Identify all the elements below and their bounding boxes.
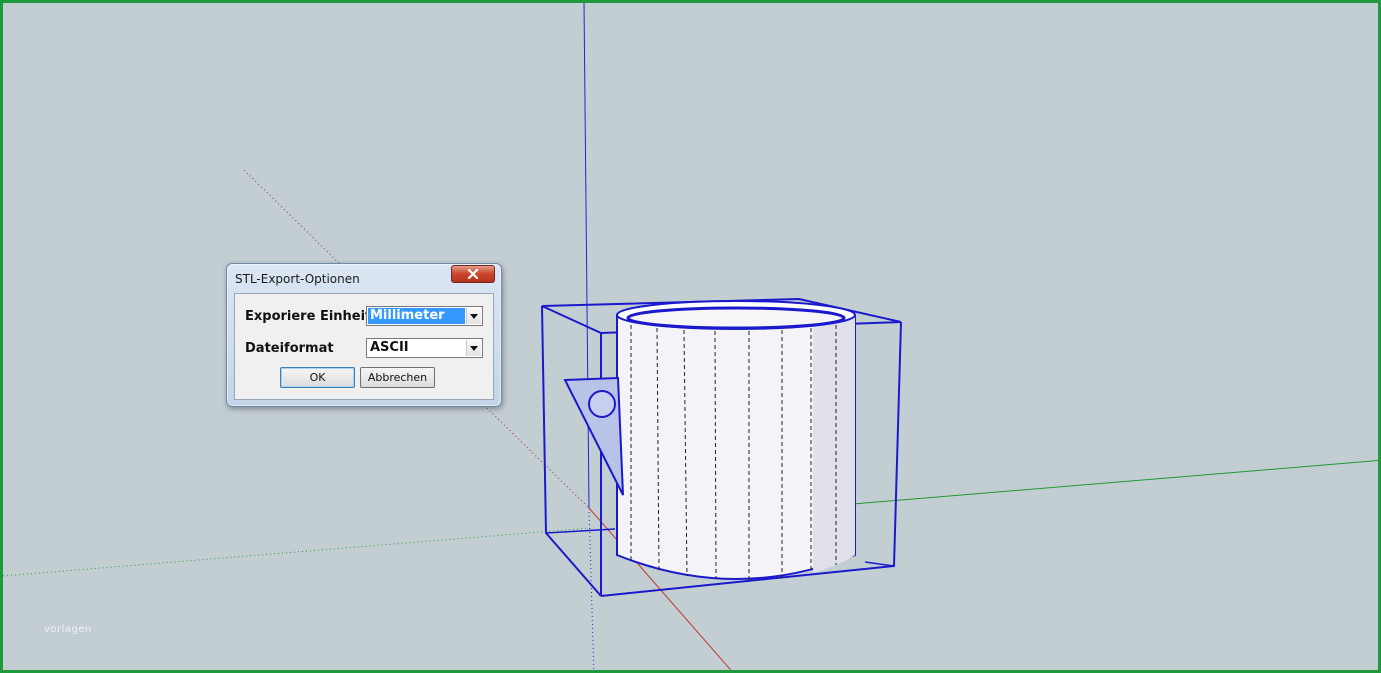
export-unit-select[interactable]: Millimeter (366, 306, 483, 326)
blue-axis (583, 3, 590, 509)
cup-rim-inner (626, 306, 846, 330)
export-unit-label: Exporiere Einheit: (245, 309, 377, 324)
cup-shade (813, 315, 855, 573)
dialog-body: Exporiere Einheit: Millimeter Dateiforma… (234, 293, 494, 400)
cup-handle-hole (588, 390, 616, 418)
bounding-box-edge (545, 528, 616, 534)
chevron-down-icon[interactable] (466, 340, 481, 356)
bounding-box-left (541, 305, 602, 597)
export-unit-value: Millimeter (368, 308, 465, 324)
file-format-label: Dateiformat (245, 341, 334, 356)
3d-viewport[interactable] (3, 3, 1381, 673)
green-axis (852, 459, 1378, 505)
watermark: vorlagen (44, 624, 92, 635)
green-axis-hidden (3, 527, 590, 577)
close-button[interactable] (451, 265, 495, 283)
ok-button[interactable]: OK (280, 367, 355, 388)
blue-axis-hidden (588, 507, 595, 670)
file-format-value: ASCII (370, 340, 409, 355)
dialog-title: STL-Export-Optionen (235, 272, 360, 286)
model-cup[interactable] (541, 297, 902, 597)
file-format-select[interactable]: ASCII (366, 338, 483, 358)
chevron-down-icon[interactable] (466, 308, 481, 324)
bounding-box-edge (864, 561, 895, 567)
stl-export-dialog: STL-Export-Optionen Exporiere Einheit: M… (226, 263, 502, 407)
close-icon (467, 269, 479, 279)
cancel-button[interactable]: Abbrechen (360, 367, 435, 388)
screenshot-frame: vorlagen STL-Export-Optionen Exporiere E… (0, 0, 1381, 673)
